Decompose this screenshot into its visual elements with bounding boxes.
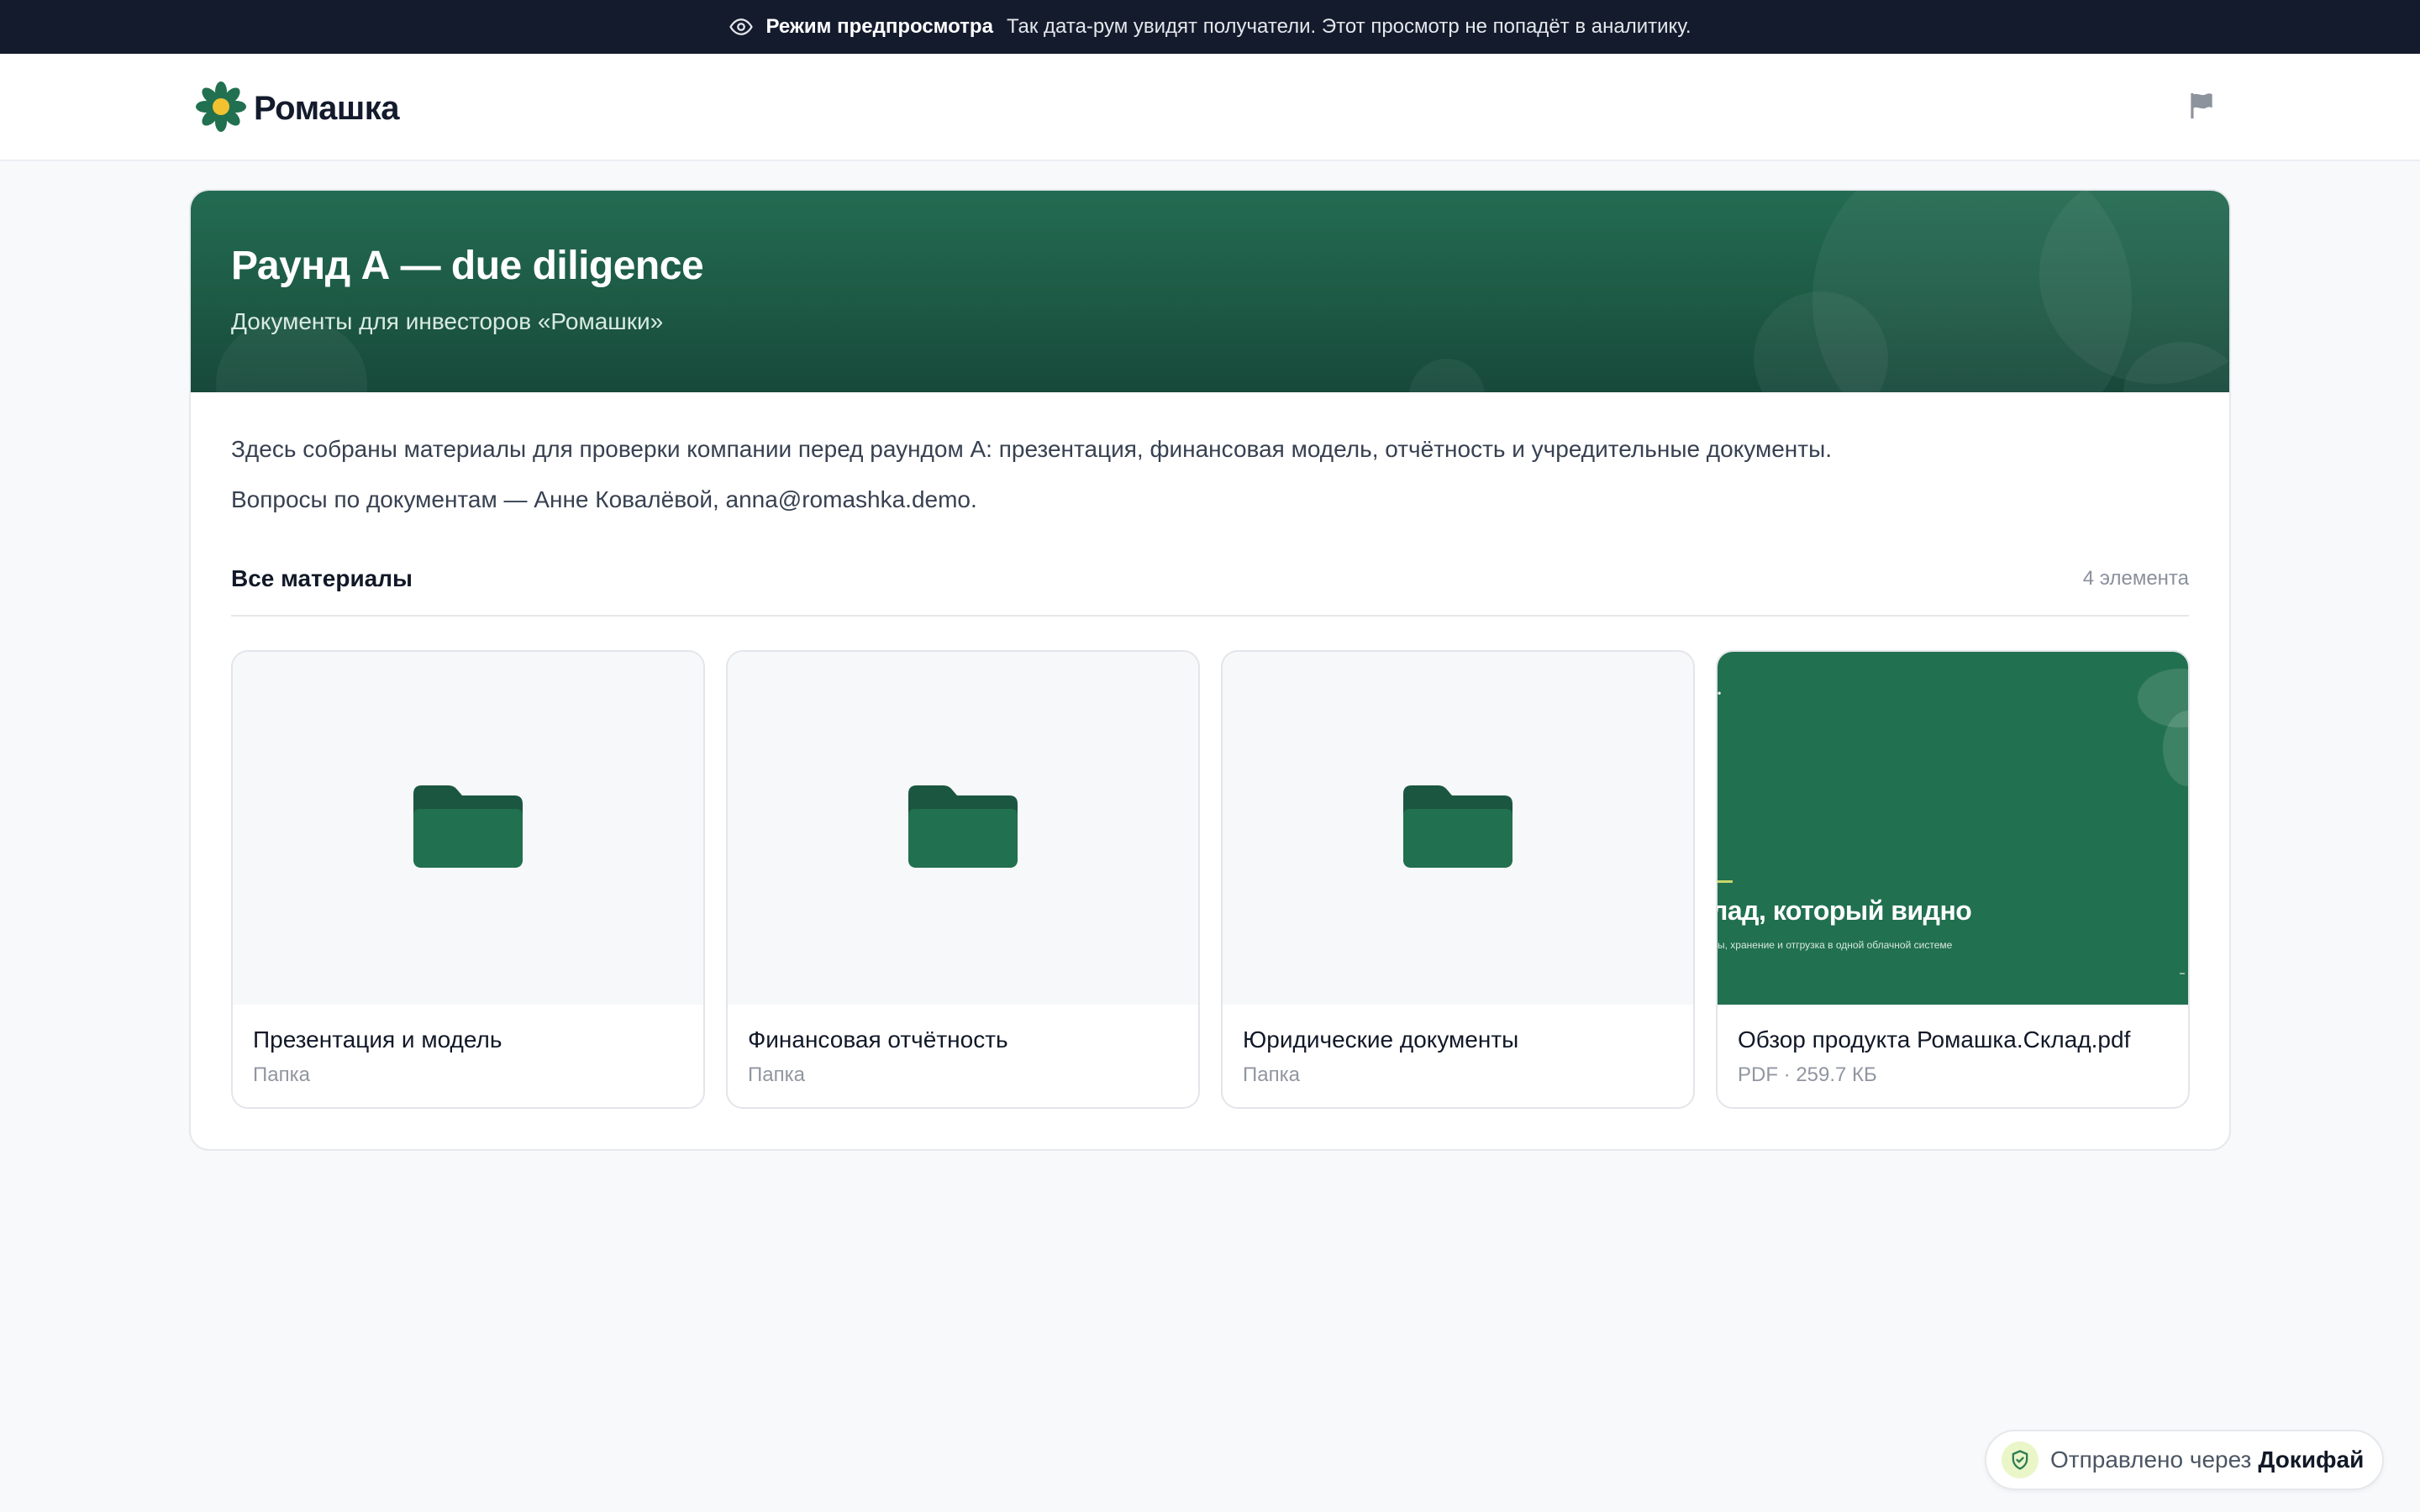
folder-icon [413, 785, 523, 872]
pdf-file-card[interactable]: • лад, который видно ы, хранение и отгру… [1716, 650, 2190, 1109]
report-flag-button[interactable] [2183, 89, 2220, 126]
item-name: Юридические документы [1243, 1026, 1519, 1053]
materials-section-title: Все материалы [231, 565, 413, 591]
data-room-contact: Вопросы по документам — Анне Ковалёвой, … [231, 486, 977, 512]
item-file-info: PDF · 259.7 КБ [1738, 1063, 1877, 1086]
folder-card[interactable]: Юридические документы Папка [1221, 650, 1695, 1109]
pdf-preview-logo: • [1718, 687, 1722, 699]
folder-card[interactable]: Презентация и модель Папка [231, 650, 705, 1109]
powered-by-prefix: Отправлено через [2050, 1446, 2252, 1473]
section-divider [231, 615, 2189, 617]
item-name: Обзор продукта Ромашка.Склад.pdf [1738, 1026, 2131, 1053]
data-room-hero: Раунд А — due diligence Документы для ин… [191, 191, 2229, 392]
flag-icon [2186, 90, 2217, 126]
pdf-preview-thumbnail: • лад, который видно ы, хранение и отгру… [1718, 652, 2188, 1005]
preview-mode-text: Так дата-рум увидят получатели. Этот про… [1006, 15, 1691, 38]
powered-by-badge[interactable]: Отправлено через Докифай [1985, 1430, 2385, 1490]
pdf-preview-headline: лад, который видно [1718, 895, 1972, 926]
brand-logo[interactable]: Ромашка [193, 79, 400, 139]
item-type: Папка [748, 1063, 805, 1086]
folder-icon [1403, 785, 1512, 872]
materials-count: 4 элемента [2082, 567, 2189, 590]
brand-logo-text: Ромашка [254, 90, 400, 127]
item-name: Презентация и модель [253, 1026, 502, 1053]
powered-by-brand: Докифай [2258, 1446, 2365, 1473]
shield-check-icon [2002, 1441, 2039, 1478]
data-room-title: Раунд А — due diligence [231, 244, 704, 288]
item-type: Папка [1243, 1063, 1300, 1086]
pdf-preview-tag [1718, 880, 1733, 883]
folder-thumbnail [233, 652, 703, 1005]
pdf-preview-mark [2180, 973, 2185, 974]
folder-card[interactable]: Финансовая отчётность Папка [726, 650, 1200, 1109]
daisy-logo-icon [193, 79, 249, 139]
folder-icon [908, 785, 1018, 872]
data-room-card: Раунд А — due diligence Документы для ин… [189, 189, 2231, 1151]
item-name: Финансовая отчётность [748, 1026, 1008, 1053]
top-header: Ромашка [0, 54, 2420, 161]
item-type: Папка [253, 1063, 310, 1086]
preview-mode-label: Режим предпросмотра [765, 15, 993, 38]
data-room-description: Здесь собраны материалы для проверки ком… [231, 436, 1832, 462]
pdf-preview-subline: ы, хранение и отгрузка в одной облачной … [1718, 939, 1953, 951]
materials-grid: Презентация и модель Папка Финансовая от… [231, 650, 2191, 1109]
eye-icon [729, 14, 754, 39]
folder-thumbnail [1223, 652, 1693, 1005]
folder-thumbnail [728, 652, 1198, 1005]
data-room-subtitle: Документы для инвесторов «Ромашки» [231, 308, 664, 334]
preview-mode-banner: Режим предпросмотра Так дата-рум увидят … [0, 0, 2420, 54]
